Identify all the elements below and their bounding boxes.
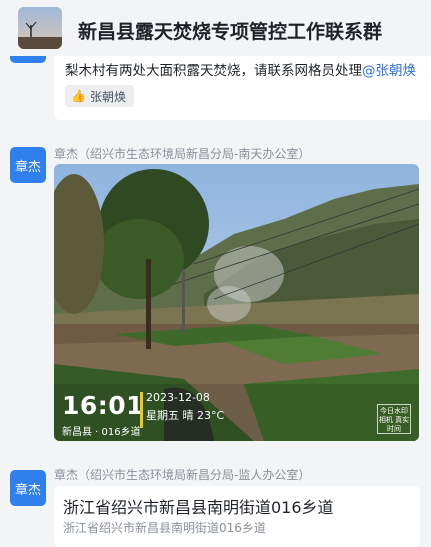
photo-message[interactable]: 16:01 2023-12-08 星期五 晴 23°C 新昌县 · 016乡道 … (54, 164, 419, 441)
location-subtitle: 浙江省绍兴市新昌县南明街道016乡道 (63, 521, 266, 535)
group-title: 新昌县露天焚烧专项管控工作联系群 (78, 21, 383, 43)
sender-avatar[interactable]: 章杰 (10, 147, 46, 183)
group-avatar[interactable] (18, 7, 62, 49)
location-title: 浙江省绍兴市新昌县南明街道016乡道 (63, 498, 334, 517)
chat-header: 新昌县露天焚烧专项管控工作联系群 (0, 0, 431, 56)
reaction-badge[interactable]: 👍 张朝焕 (65, 85, 134, 107)
thumbs-up-icon: 👍 (71, 89, 86, 103)
watermark-date: 2023-12-08 (146, 391, 210, 404)
sender-name: 章杰 (54, 468, 79, 482)
sender-org: （绍兴市生态环境局新昌分局-南天办公室） (78, 147, 311, 161)
message-text: 梨木村有两处大面积露天焚烧，请联系网格员处理@张朝焕 (65, 63, 416, 79)
sender-label: 章杰（绍兴市生态环境局新昌分局-南天办公室） (54, 145, 310, 162)
sender-org: （绍兴市生态环境局新昌分局-监人办公室） (78, 468, 311, 482)
watermark-weather: 星期五 晴 23°C (146, 409, 225, 422)
reaction-user: 张朝焕 (89, 89, 126, 104)
sender-avatar[interactable]: 章杰 (10, 470, 46, 506)
mention-link[interactable]: @张朝焕 (362, 63, 416, 79)
watermark-location: 新昌县 · 016乡道 (62, 427, 141, 438)
watermark-stamp: 今日水印 相机 真实时间 (377, 404, 411, 434)
sender-name: 章杰 (54, 147, 79, 161)
message-bubble[interactable]: 梨木村有两处大面积露天焚烧，请联系网格员处理@张朝焕 👍 张朝焕 (54, 48, 431, 120)
sender-label: 章杰（绍兴市生态环境局新昌分局-监人办公室） (54, 466, 310, 483)
location-message[interactable]: 浙江省绍兴市新昌县南明街道016乡道 浙江省绍兴市新昌县南明街道016乡道 (54, 486, 420, 547)
watermark-time: 16:01 (62, 391, 145, 420)
